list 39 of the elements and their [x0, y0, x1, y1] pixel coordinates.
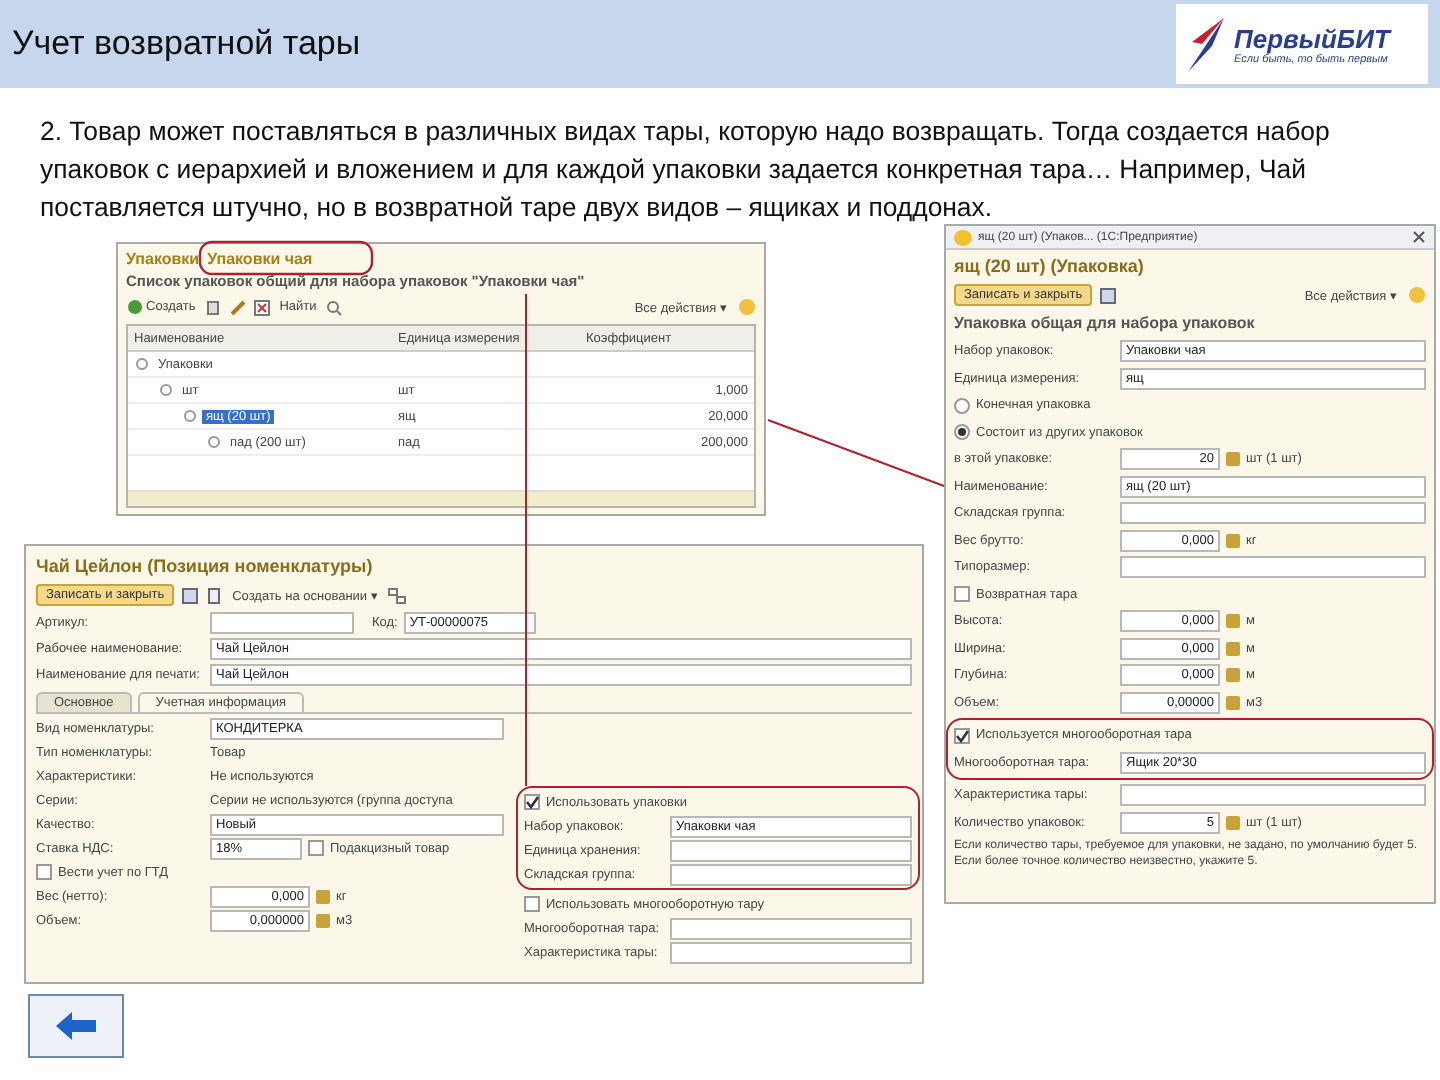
horizontal-scrollbar[interactable] — [128, 490, 754, 506]
save-icon[interactable] — [1100, 287, 1117, 303]
slide-title: Учет возвратной тары — [12, 24, 361, 64]
input-field[interactable] — [1120, 556, 1426, 579]
tree-node-icon[interactable] — [136, 358, 148, 370]
slide-paragraph: 2. Товар может поставляться в различных видах тары, которую надо возвращать. Тогда создается набор упаковок с иерархией и вложением и для каждой упаковки задается конкретная тара… Например, Чай поставляется штучно, но в возвратной таре двух видов – ящиках и поддонах. — [40, 114, 1332, 226]
left-arrow-icon — [54, 1010, 98, 1042]
input-field[interactable] — [1120, 784, 1426, 807]
input-field[interactable] — [1120, 502, 1426, 525]
checkbox[interactable] — [954, 586, 970, 603]
input-field[interactable] — [670, 941, 912, 963]
save-icon[interactable] — [182, 587, 199, 603]
checkbox[interactable] — [954, 727, 970, 744]
input-field[interactable] — [670, 917, 912, 939]
tree-node-icon[interactable] — [208, 436, 220, 448]
pencil-icon[interactable] — [229, 299, 246, 315]
radio-button[interactable] — [954, 397, 970, 414]
close-icon[interactable] — [1412, 230, 1426, 244]
checkbox[interactable] — [36, 864, 52, 880]
input-field[interactable] — [670, 839, 912, 861]
checkbox[interactable] — [524, 896, 540, 912]
checkbox[interactable] — [308, 840, 324, 856]
delete-icon[interactable] — [253, 299, 270, 315]
document-icon[interactable] — [206, 587, 223, 603]
form-title: ящ (20 шт) (Упаковка) — [954, 254, 1146, 280]
checkbox[interactable] — [524, 794, 540, 810]
search-icon[interactable] — [326, 299, 343, 315]
form-title: Чай Цейлон (Позиция номенклатуры) — [36, 554, 375, 580]
back-button[interactable] — [28, 994, 124, 1058]
tree-node-icon[interactable] — [184, 410, 196, 422]
logo-swoosh-icon — [1184, 14, 1228, 74]
logo-name: ПервыйБИТ — [1234, 23, 1390, 53]
structure-icon[interactable] — [388, 587, 407, 603]
radio-button[interactable] — [954, 424, 970, 441]
tree-node-icon[interactable] — [160, 384, 172, 396]
input-field[interactable] — [670, 863, 912, 885]
input-field[interactable] — [210, 611, 354, 633]
section-heading: Упаковка общая для набора упаковок — [954, 312, 1257, 336]
copy-icon[interactable] — [205, 299, 222, 315]
